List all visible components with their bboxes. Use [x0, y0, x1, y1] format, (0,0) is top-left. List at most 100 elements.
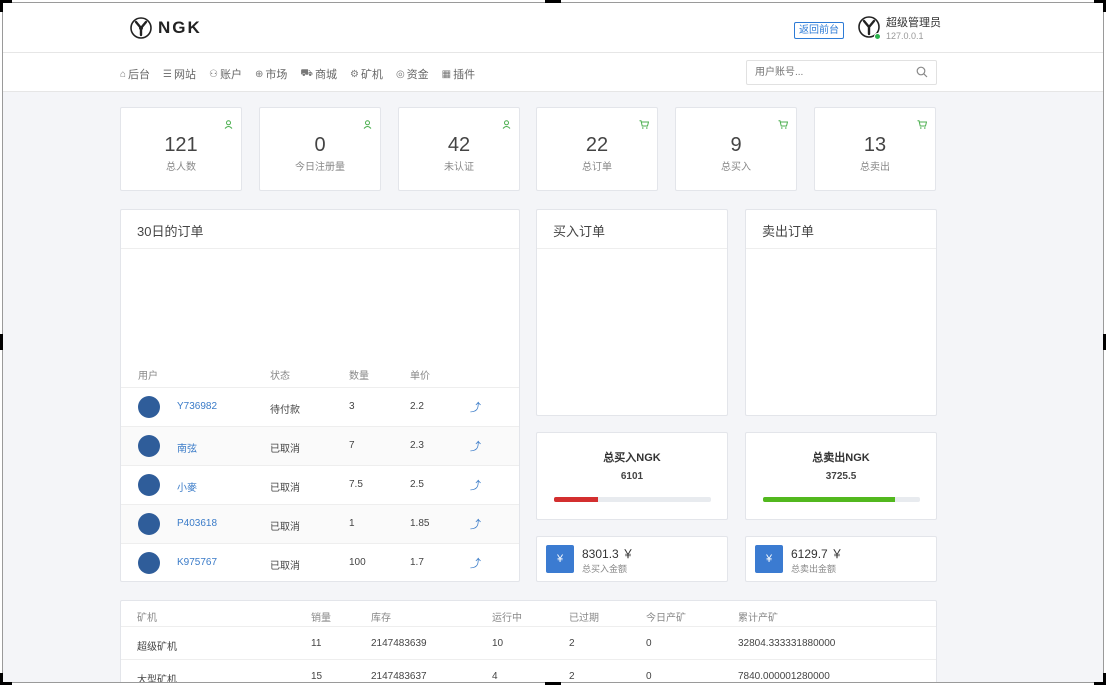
column-header: 状态: [270, 371, 290, 382]
order-user-link[interactable]: 小麥: [177, 479, 197, 494]
column-header: 今日产矿: [646, 613, 686, 624]
miner-today: 0: [646, 671, 652, 682]
total-value: 3725.5: [825, 471, 857, 482]
stat-value: 13: [863, 134, 887, 156]
order-price: 2.5: [410, 479, 424, 490]
yen-icon: ¥: [755, 545, 783, 573]
open-link-icon[interactable]: ⤴: [470, 555, 481, 571]
order-quantity: 3: [349, 401, 355, 412]
miners-table-header: 矿机 销量 库存 运行中 已过期 今日产矿 累计产矿: [121, 601, 936, 627]
stat-card-total-buy[interactable]: 9 总买入: [675, 107, 797, 191]
column-header: 单价: [410, 371, 430, 382]
order-user-link[interactable]: 南弦: [177, 440, 197, 455]
user-search-box: [746, 60, 937, 85]
online-status-dot: [874, 33, 881, 40]
table-row: Y736982 待付款 3 2.2 ⤴: [121, 387, 519, 426]
amount-value: 6129.7 ￥: [791, 547, 844, 561]
money-icon: ◎: [395, 68, 405, 80]
miner-today: 0: [646, 638, 652, 649]
order-quantity: 7.5: [349, 479, 363, 490]
progress-bar: [554, 497, 711, 502]
search-input[interactable]: [747, 61, 907, 84]
miners-table: 矿机 销量 库存 运行中 已过期 今日产矿 累计产矿 超级矿机 11 21474…: [120, 600, 937, 683]
nav-item-funds[interactable]: ◎ 资金: [396, 66, 429, 82]
nav-item-plugins[interactable]: ▦ 插件: [442, 66, 475, 82]
order-user-link[interactable]: P403618: [177, 518, 217, 529]
total-sell-ngk-card: 总卖出NGK 3725.5: [745, 432, 937, 520]
nav-item-backend[interactable]: ⌂ 后台: [120, 66, 150, 82]
nav-item-shop[interactable]: ⛟ 商城: [300, 66, 337, 82]
miner-stock: 2147483637: [371, 671, 427, 682]
order-quantity: 100: [349, 557, 366, 568]
avatar: [858, 16, 881, 40]
progress-bar: [763, 497, 920, 502]
user-menu[interactable]: 超级管理员 127.0.0.1: [858, 16, 941, 42]
nav-item-website[interactable]: ☰ 网站: [163, 66, 196, 82]
nav-item-accounts[interactable]: ⚇ 账户: [209, 66, 242, 82]
table-row: 超级矿机 11 2147483639 10 2 0 32804.33333188…: [121, 627, 936, 660]
brand-name: NGK: [158, 18, 202, 37]
nav-item-market[interactable]: ⊕ 市场: [255, 66, 287, 82]
amount-label: 总卖出金额: [791, 564, 837, 574]
stat-label: 今日注册量: [295, 162, 345, 173]
crop-marker: [0, 673, 3, 685]
open-link-icon[interactable]: ⤴: [470, 516, 481, 532]
divider: [121, 248, 519, 249]
sell-orders-card: 卖出订单: [745, 209, 937, 416]
order-status: 待付款: [270, 405, 300, 416]
app-window: NGK 返回前台 超级管理员 127.0.0.1 ⌂ 后台 ☰ 网站 ⚇ 账户 ⊕ 市场…: [2, 2, 1104, 683]
brand-logo[interactable]: NGK: [130, 17, 202, 39]
miner-running: 4: [492, 671, 498, 682]
stat-label: 总人数: [166, 162, 196, 173]
grid-icon: ▦: [441, 68, 452, 80]
card-title: 买入订单: [553, 224, 606, 239]
order-quantity: 7: [349, 440, 355, 451]
order-status: 已取消: [270, 561, 300, 572]
miner-sales: 11: [311, 638, 322, 649]
stat-value: 0: [314, 134, 326, 156]
divider: [537, 248, 727, 249]
back-to-frontend-button[interactable]: 返回前台: [794, 22, 844, 39]
crop-marker: [0, 0, 3, 12]
stat-value: 9: [730, 134, 742, 156]
open-link-icon[interactable]: ⤴: [470, 438, 481, 454]
table-row: P403618 已取消 1 1.85 ⤴: [121, 504, 519, 543]
order-price: 2.2: [410, 401, 424, 412]
top-header: NGK 返回前台 超级管理员 127.0.0.1: [3, 3, 1103, 53]
search-icon[interactable]: [916, 66, 928, 78]
miner-name: 超级矿机: [137, 642, 177, 653]
user-ip: 127.0.0.1: [886, 31, 924, 41]
column-header: 累计产矿: [738, 613, 778, 624]
open-link-icon[interactable]: ⤴: [470, 399, 481, 415]
nav-label: 账户: [219, 69, 242, 81]
stat-card-today-registrations[interactable]: 0 今日注册量: [259, 107, 381, 191]
table-row: 南弦 已取消 7 2.3 ⤴: [121, 426, 519, 465]
order-user-link[interactable]: K975767: [177, 557, 217, 568]
order-price: 2.3: [410, 440, 424, 451]
column-header: 数量: [349, 371, 369, 382]
open-link-icon[interactable]: ⤴: [470, 477, 481, 493]
stat-card-total-users[interactable]: 121 总人数: [120, 107, 242, 191]
progress-fill: [554, 497, 598, 502]
table-row: 小麥 已取消 7.5 2.5 ⤴: [121, 465, 519, 504]
miner-running: 10: [492, 638, 504, 649]
logo-icon: [130, 17, 152, 39]
stat-card-unverified[interactable]: 42 未认证: [398, 107, 520, 191]
miner-name: 大型矿机: [137, 675, 177, 683]
order-user-link[interactable]: Y736982: [177, 401, 217, 412]
miner-total: 32804.333331880000: [738, 638, 836, 649]
user-name: 超级管理员: [886, 17, 941, 29]
stat-card-total-sell[interactable]: 13 总卖出: [814, 107, 936, 191]
crop-marker: [545, 0, 561, 3]
users-icon: ⚇: [209, 68, 218, 80]
globe-icon: ⊕: [254, 68, 264, 80]
cart-icon: [778, 118, 789, 132]
stat-card-total-orders[interactable]: 22 总订单: [536, 107, 658, 191]
nav-item-miners[interactable]: ⚙ 矿机: [350, 66, 383, 82]
orders-table-header: 用户 状态 数量 单价: [121, 367, 519, 387]
avatar: [138, 513, 160, 535]
divider: [746, 248, 936, 249]
column-header: 已过期: [569, 613, 599, 624]
order-status: 已取消: [270, 483, 300, 494]
stat-label: 总订单: [582, 162, 612, 173]
